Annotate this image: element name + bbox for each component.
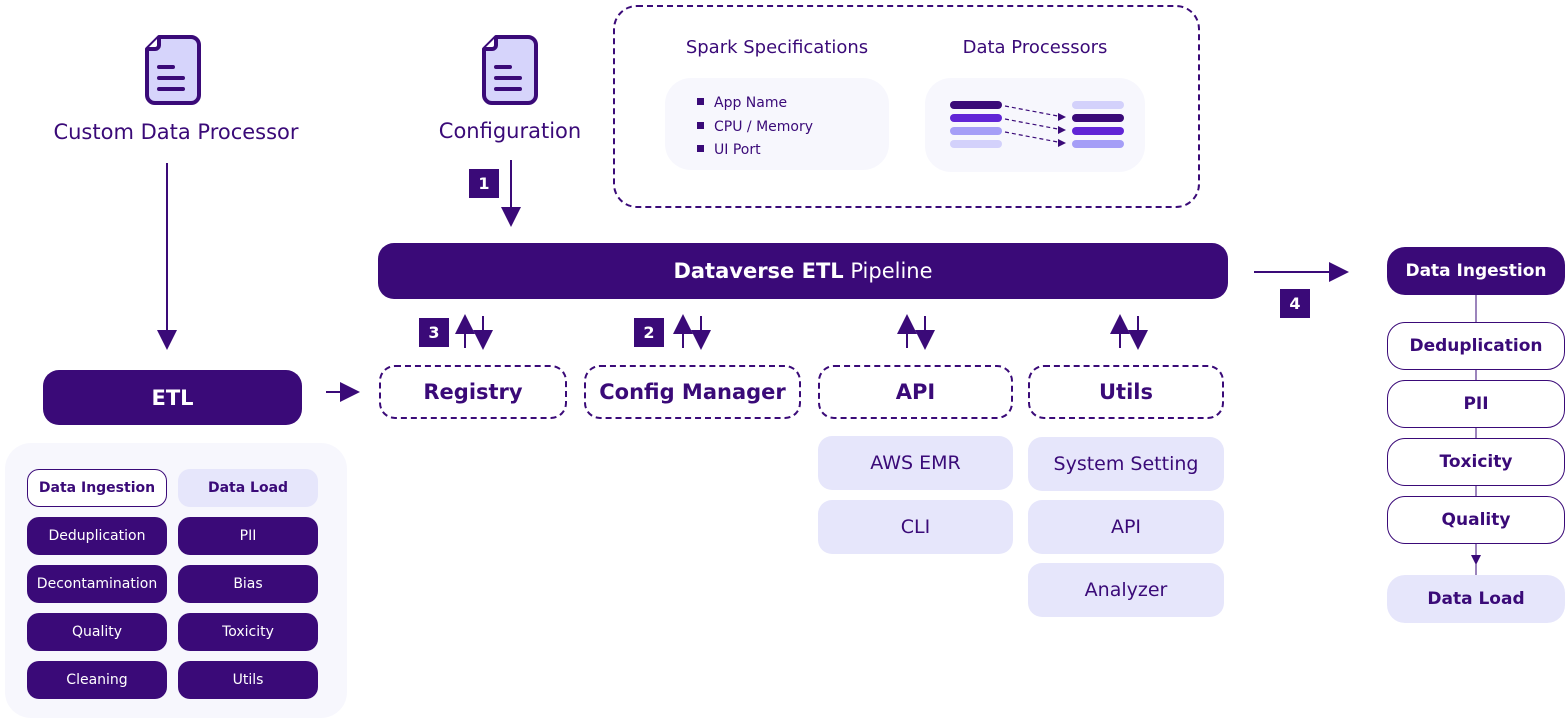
step-badge-3: 3 — [419, 318, 449, 347]
pipeline-title-rest: Pipeline — [843, 259, 933, 283]
data-processors-title: Data Processors — [962, 36, 1108, 58]
etl-deduplication: Deduplication — [27, 517, 167, 555]
etl-decontamination: Decontamination — [27, 565, 167, 603]
dataverse-etl-pipeline-bar: Dataverse ETL Pipeline — [378, 243, 1228, 299]
utils-item-api: API — [1028, 500, 1224, 554]
flow-deduplication: Deduplication — [1387, 322, 1565, 370]
spark-spec-list: App Name CPU / Memory UI Port — [665, 78, 889, 170]
spark-specifications-title: Spark Specifications — [685, 36, 869, 58]
etl-quality: Quality — [27, 613, 167, 651]
step-badge-2: 2 — [634, 318, 664, 347]
etl-pii: PII — [178, 517, 318, 555]
etl-utils: Utils — [178, 661, 318, 699]
etl-toxicity: Toxicity — [178, 613, 318, 651]
flow-data-load: Data Load — [1387, 575, 1565, 623]
flow-pii: PII — [1387, 380, 1565, 428]
etl-data-ingestion: Data Ingestion — [27, 469, 167, 507]
spec-item: App Name — [697, 92, 889, 116]
flow-quality: Quality — [1387, 496, 1565, 544]
config-manager-module: Config Manager — [584, 365, 801, 419]
step-badge-4: 4 — [1280, 289, 1310, 318]
data-processors-reorder-icon — [950, 101, 1124, 148]
registry-module: Registry — [379, 365, 567, 419]
api-module: API — [818, 365, 1013, 419]
spec-item: CPU / Memory — [697, 116, 889, 140]
utils-item-analyzer: Analyzer — [1028, 563, 1224, 617]
step-badge-1: 1 — [469, 169, 499, 198]
etl-box: ETL — [43, 370, 302, 425]
api-item-aws-emr: AWS EMR — [818, 436, 1013, 490]
utils-item-system-setting: System Setting — [1028, 437, 1224, 491]
pipeline-title-bold: Dataverse ETL — [673, 259, 844, 283]
etl-cleaning: Cleaning — [27, 661, 167, 699]
utils-module: Utils — [1028, 365, 1224, 419]
etl-bias: Bias — [178, 565, 318, 603]
flow-data-ingestion: Data Ingestion — [1387, 247, 1565, 295]
flow-toxicity: Toxicity — [1387, 438, 1565, 486]
etl-data-load: Data Load — [178, 469, 318, 507]
spec-item: UI Port — [697, 139, 889, 163]
api-item-cli: CLI — [818, 500, 1013, 554]
